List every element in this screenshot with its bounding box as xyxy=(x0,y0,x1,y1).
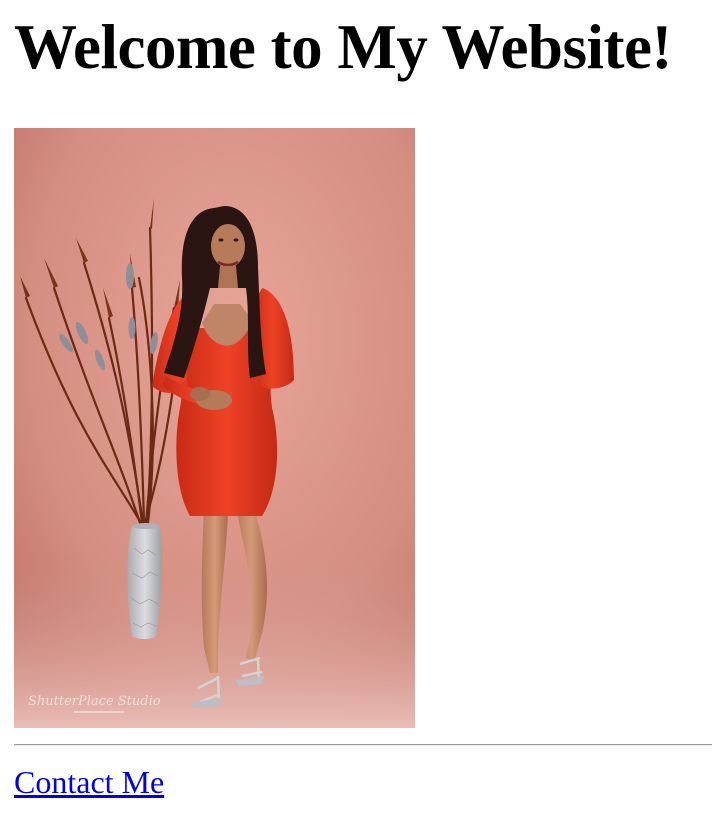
page-title: Welcome to My Website! xyxy=(14,12,672,82)
contact-me-link[interactable]: Contact Me xyxy=(14,764,164,800)
hero-photo: ShutterPlace Studio xyxy=(14,128,415,728)
photo-watermark: ShutterPlace Studio xyxy=(28,694,161,709)
horizontal-divider xyxy=(14,744,712,746)
